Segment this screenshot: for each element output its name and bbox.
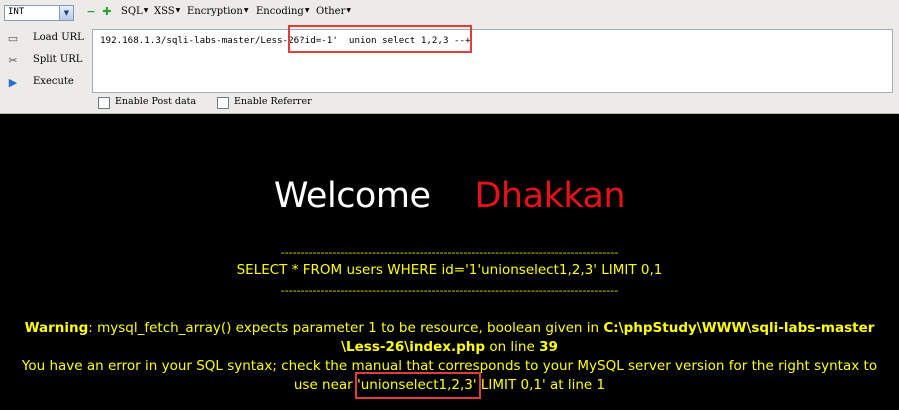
enable-post-data-label: Enable Post data	[115, 96, 197, 107]
warning-path-a: C:\phpStudy\WWW\sqli-labs-master	[603, 320, 875, 336]
url-textarea[interactable]: 192.168.1.3/sqli-labs-master/Less-26?id=…	[92, 29, 893, 93]
menu-sql-label: SQL	[121, 6, 143, 17]
encoding-select-value: INT	[8, 7, 25, 17]
browser-window: INT ▼ − ✚ SQL▼ XSS▼ Encryption▼ Encoding…	[0, 0, 899, 410]
load-url-icon: ▭	[7, 32, 19, 45]
caret-icon: ▼	[243, 7, 249, 14]
warning-line-number: 39	[539, 339, 558, 355]
hackbar-toolbar: INT ▼ − ✚ SQL▼ XSS▼ Encryption▼ Encoding…	[0, 0, 899, 114]
encoding-select[interactable]: INT ▼	[4, 5, 74, 21]
menu-other[interactable]: Other▼	[316, 6, 351, 17]
url-payload-highlight	[288, 25, 472, 53]
menu-sql[interactable]: SQL▼	[121, 6, 148, 17]
checkbox-icon[interactable]	[217, 97, 229, 109]
menu-other-label: Other	[316, 6, 346, 17]
error-payload-highlight	[355, 372, 481, 399]
welcome-text: Welcome	[273, 176, 431, 216]
execute-icon: ▶	[8, 76, 18, 89]
menu-encryption[interactable]: Encryption▼	[187, 6, 248, 17]
sql-query-text: SELECT * FROM users WHERE id='1'unionsel…	[236, 262, 663, 278]
menu-encryption-label: Encryption	[187, 6, 243, 17]
split-url-icon: ✂	[8, 54, 18, 67]
dhakkan-text: Dhakkan	[474, 176, 626, 216]
menu-encoding-label: Encoding	[256, 6, 304, 17]
execute-label: Execute	[33, 76, 74, 87]
caret-icon: ▼	[346, 7, 351, 14]
chevron-down-icon[interactable]: ▼	[59, 6, 73, 20]
separator-bottom: ----------------------------------------…	[280, 284, 619, 297]
page-content: Welcome Dhakkan -------------------------…	[0, 114, 899, 410]
warning-line-1: Warning: mysql_fetch_array() expects par…	[0, 319, 899, 338]
checkbox-icon[interactable]	[98, 97, 110, 109]
warning-line-2: \Less-26\index.php on line 39	[0, 338, 899, 357]
page-title: Welcome Dhakkan	[0, 176, 899, 216]
split-url-button[interactable]: ✂ Split URL	[4, 52, 84, 70]
menu-encoding[interactable]: Encoding▼	[256, 6, 309, 17]
warning-path-b: \Less-26\index.php	[341, 339, 486, 355]
warning-label: Warning	[24, 320, 89, 336]
caret-icon: ▼	[304, 7, 310, 14]
menu-xss[interactable]: XSS▼	[154, 6, 180, 17]
caret-icon: ▼	[143, 7, 149, 14]
warning-online: on line	[485, 339, 540, 355]
split-url-label: Split URL	[33, 54, 83, 65]
hackbar-menubar: INT ▼ − ✚ SQL▼ XSS▼ Encryption▼ Encoding…	[0, 4, 899, 26]
load-url-label: Load URL	[33, 32, 84, 43]
caret-icon: ▼	[175, 7, 181, 14]
plus-icon[interactable]: ✚	[102, 6, 112, 17]
minus-icon[interactable]: −	[86, 6, 96, 17]
enable-referrer-label: Enable Referrer	[234, 96, 312, 107]
separator-top: ----------------------------------------…	[280, 246, 619, 259]
warning-text: : mysql_fetch_array() expects parameter …	[88, 320, 604, 336]
menu-xss-label: XSS	[154, 6, 175, 17]
execute-button[interactable]: ▶ Execute	[4, 74, 84, 92]
load-url-button[interactable]: ▭ Load URL	[4, 30, 84, 48]
